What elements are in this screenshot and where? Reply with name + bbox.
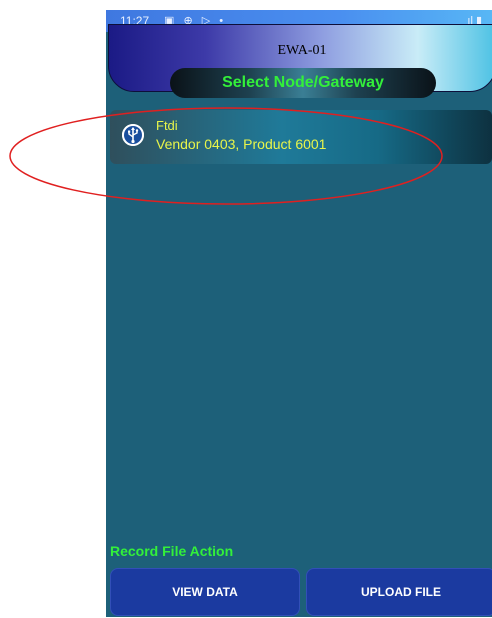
device-detail: Vendor 0403, Product 6001 bbox=[156, 136, 327, 152]
app-title: EWA-01 bbox=[277, 43, 327, 58]
section-title: Select Node/Gateway bbox=[170, 68, 436, 98]
phone-screen: 11:27 ▣ ⊕ ▷ • ıl ▮ EWA-01 Select Node/Ga… bbox=[106, 10, 492, 617]
record-file-action-label: Record File Action bbox=[110, 543, 234, 559]
view-data-button[interactable]: VIEW DATA bbox=[110, 568, 300, 616]
usb-icon bbox=[122, 124, 144, 146]
upload-file-button[interactable]: UPLOAD FILE bbox=[306, 568, 492, 616]
device-name: Ftdi bbox=[156, 118, 178, 133]
device-list-item[interactable]: Ftdi Vendor 0403, Product 6001 bbox=[110, 110, 492, 164]
